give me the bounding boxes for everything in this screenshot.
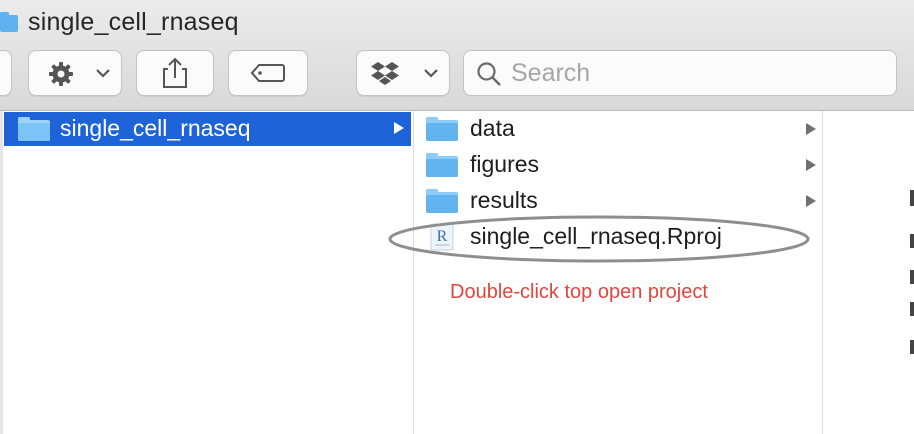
gear-icon bbox=[49, 62, 73, 86]
disclosure-triangle-icon bbox=[806, 123, 816, 135]
action-menu-button[interactable] bbox=[28, 50, 122, 96]
share-icon bbox=[163, 57, 187, 88]
folder-icon bbox=[18, 117, 50, 141]
toolbar: single_cell_rnaseq Search bbox=[0, 0, 914, 111]
disclosure-triangle-icon bbox=[394, 122, 404, 134]
window-title: single_cell_rnaseq bbox=[28, 8, 239, 36]
list-item-single-cell-rnaseq[interactable]: single_cell_rnaseq bbox=[4, 112, 411, 146]
column-right[interactable] bbox=[823, 111, 914, 434]
list-item-label: figures bbox=[470, 151, 540, 177]
list-item-data[interactable]: data bbox=[414, 111, 822, 147]
search-placeholder: Search bbox=[511, 59, 591, 87]
cropped-edge-marks bbox=[910, 190, 914, 354]
list-item-label: data bbox=[470, 115, 515, 141]
search-field[interactable]: Search bbox=[463, 50, 897, 96]
chevron-down-icon bbox=[424, 69, 438, 78]
list-item-label: results bbox=[470, 187, 538, 213]
previous-column-edge bbox=[0, 111, 3, 434]
disclosure-triangle-icon bbox=[806, 195, 816, 207]
dropbox-icon bbox=[371, 62, 399, 85]
chevron-down-icon bbox=[96, 69, 110, 78]
disclosure-triangle-icon bbox=[806, 159, 816, 171]
back-button[interactable] bbox=[0, 50, 12, 96]
folder-icon bbox=[426, 117, 458, 141]
annotation-text: Double-click top open project bbox=[450, 281, 708, 303]
search-icon bbox=[477, 62, 501, 86]
share-button[interactable] bbox=[136, 50, 214, 96]
tag-icon bbox=[250, 64, 285, 82]
folder-icon bbox=[426, 153, 458, 177]
folder-icon bbox=[0, 12, 18, 32]
list-item-figures[interactable]: figures bbox=[414, 147, 822, 183]
highlight-ellipse bbox=[388, 215, 810, 263]
dropbox-button[interactable] bbox=[356, 50, 450, 96]
folder-icon bbox=[426, 189, 458, 213]
tag-button[interactable] bbox=[228, 50, 308, 96]
column-left[interactable] bbox=[0, 111, 414, 434]
list-item-label: single_cell_rnaseq bbox=[60, 115, 251, 141]
